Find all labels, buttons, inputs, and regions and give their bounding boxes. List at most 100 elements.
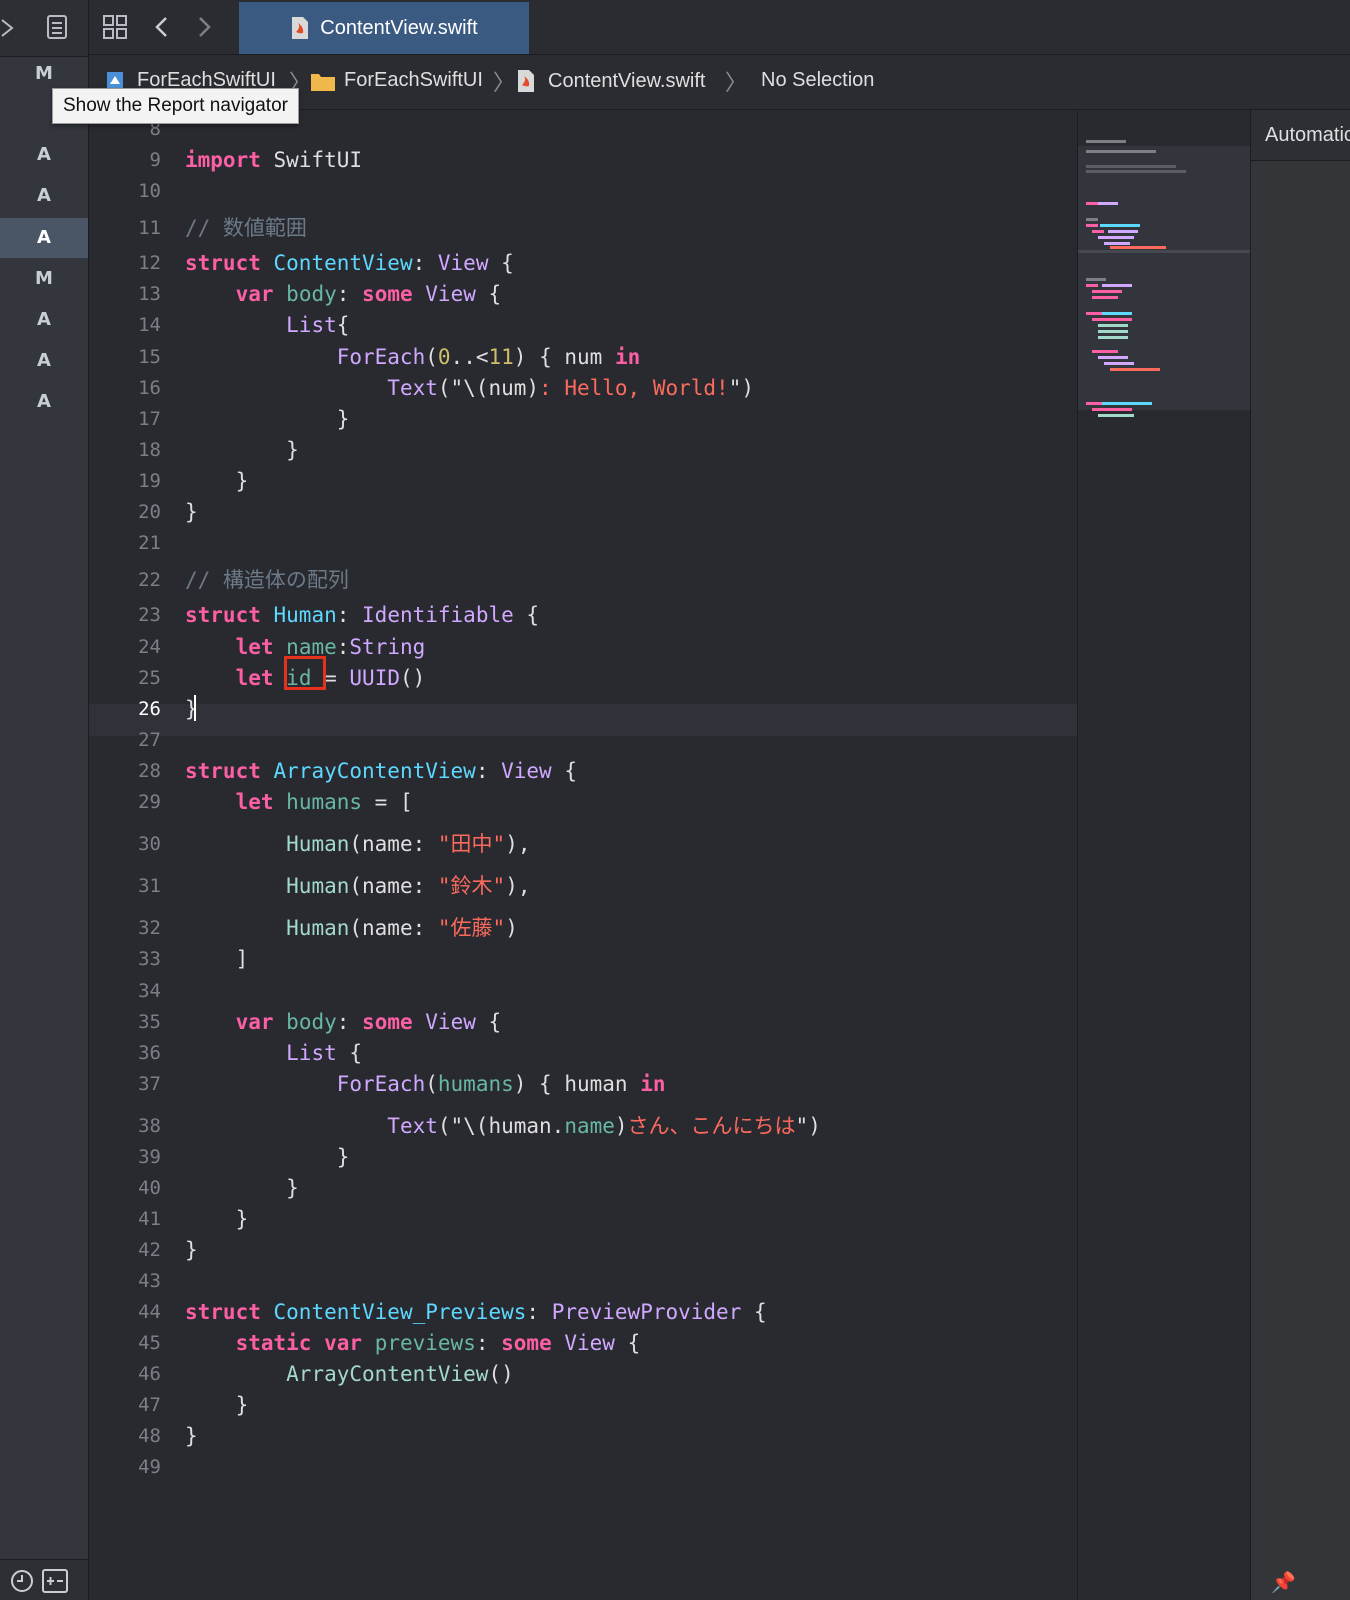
line-number: 37 <box>138 1073 161 1095</box>
line-number: 44 <box>138 1301 161 1323</box>
code-line[interactable]: var body: some View { <box>185 1007 502 1037</box>
code-line[interactable]: ] <box>185 944 249 974</box>
minimap-line <box>1108 230 1138 233</box>
git-status-a: A <box>37 309 51 330</box>
line-number: 36 <box>138 1042 161 1064</box>
swift-file-icon <box>518 70 534 92</box>
add-remove-icon[interactable] <box>42 1569 68 1593</box>
code-line[interactable]: } <box>185 1235 198 1265</box>
document-list-icon[interactable] <box>46 14 68 40</box>
code-line[interactable]: static var previews: some View { <box>185 1328 641 1358</box>
minimap-line <box>1110 368 1160 371</box>
code-line[interactable]: Human(name: "佐藤") <box>185 913 518 943</box>
line-number: 18 <box>138 439 161 461</box>
tab-contentview-swift[interactable]: ContentView.swift <box>239 2 529 54</box>
code-line[interactable]: ArrayContentView() <box>185 1359 514 1389</box>
minimap-line <box>1102 312 1132 315</box>
minimap-line <box>1098 324 1128 327</box>
code-line[interactable]: } <box>185 497 198 527</box>
code-line[interactable]: } <box>185 435 299 465</box>
back-chevron-icon[interactable] <box>153 15 171 39</box>
code-line[interactable]: let humans = [ <box>185 787 413 817</box>
forward-chevron-icon[interactable] <box>195 15 213 39</box>
code-line[interactable]: List { <box>185 1038 362 1068</box>
code-line[interactable]: } <box>185 404 350 434</box>
breadcrumb-file[interactable]: ContentView.swift <box>516 69 706 93</box>
breadcrumb-file-label: ContentView.swift <box>548 69 706 92</box>
code-line[interactable]: } <box>185 1390 249 1420</box>
code-line[interactable]: } <box>185 1142 350 1172</box>
code-line[interactable]: Human(name: "田中"), <box>185 829 530 859</box>
breadcrumb-selection[interactable]: No Selection <box>761 69 874 92</box>
minimap-line <box>1100 224 1140 227</box>
code-line[interactable]: List{ <box>185 310 349 340</box>
line-number: 41 <box>138 1208 161 1230</box>
minimap-line <box>1086 170 1186 173</box>
code-line[interactable]: import SwiftUI <box>185 145 362 175</box>
line-number: 10 <box>138 180 161 202</box>
git-status-a: A <box>37 350 51 371</box>
line-number: 38 <box>138 1115 161 1137</box>
line-number: 27 <box>138 729 161 751</box>
minimap-divider <box>1078 250 1250 253</box>
code-line[interactable]: var body: some View { <box>185 279 502 309</box>
breadcrumb-group-label: ForEachSwiftUI <box>344 69 483 91</box>
minimap[interactable] <box>1077 110 1250 1600</box>
code-line[interactable]: Text("\(human.name)さん、こんにちは") <box>185 1111 821 1141</box>
source-editor[interactable]: 8 9 10 11 12 13 14 15 16 17 18 19 20 21 22 23 24 25 26 27 28… <box>89 110 1077 1600</box>
code-line[interactable]: ForEach(humans) { human in <box>185 1069 666 1099</box>
minimap-line <box>1098 336 1128 339</box>
navigator-filter-bar <box>0 1559 88 1600</box>
clock-icon[interactable] <box>10 1569 34 1593</box>
breadcrumb-selection-label: No Selection <box>761 69 875 91</box>
minimap-line <box>1086 278 1106 281</box>
git-status-a: A <box>37 391 51 412</box>
line-number: 14 <box>138 314 161 336</box>
line-number: 12 <box>138 252 161 274</box>
code-line[interactable]: } <box>185 1204 249 1234</box>
git-status-a-selected[interactable]: A <box>0 218 88 258</box>
text-cursor <box>194 695 196 721</box>
line-number: 17 <box>138 408 161 430</box>
line-number: 29 <box>138 791 161 813</box>
minimap-line <box>1104 242 1130 245</box>
code-line[interactable]: } <box>185 466 249 496</box>
line-number: 21 <box>138 532 161 554</box>
minimap-line <box>1098 236 1134 239</box>
line-number: 49 <box>138 1456 161 1478</box>
code-line[interactable]: struct ArrayContentView: View { <box>185 756 577 786</box>
minimap-line <box>1098 330 1128 333</box>
annotation-highlight-box <box>284 656 326 690</box>
line-number: 40 <box>138 1177 161 1199</box>
line-number: 33 <box>138 948 161 970</box>
pin-icon[interactable]: 📌 <box>1271 1570 1296 1594</box>
minimap-line <box>1102 402 1152 405</box>
line-number: 43 <box>138 1270 161 1292</box>
minimap-line <box>1086 150 1156 153</box>
report-navigator-tooltip: Show the Report navigator <box>52 88 299 124</box>
minimap-line <box>1092 408 1132 411</box>
code-line[interactable]: // 構造体の配列 <box>185 565 349 595</box>
breadcrumb-separator: 〉 <box>725 70 748 95</box>
code-line[interactable]: Human(name: "鈴木"), <box>185 871 530 901</box>
code-line[interactable]: } <box>185 1173 299 1203</box>
preview-canvas <box>1251 161 1350 1600</box>
minimap-line <box>1110 246 1166 249</box>
line-number: 42 <box>138 1239 161 1261</box>
line-number: 32 <box>138 917 161 939</box>
code-line[interactable]: ForEach(0..<11) { num in <box>185 342 641 372</box>
code-line[interactable]: Text("\(num): Hello, World!") <box>185 373 754 403</box>
code-line[interactable]: } <box>185 1421 198 1451</box>
breadcrumb-group[interactable]: ForEachSwiftUI <box>310 69 483 92</box>
minimap-line <box>1086 284 1098 287</box>
grid-icon[interactable] <box>102 14 128 40</box>
line-number: 30 <box>138 833 161 855</box>
line-number: 20 <box>138 501 161 523</box>
navigator-panel: M A A A M A A A <box>0 0 89 1600</box>
navigator-toggle-icon[interactable] <box>0 16 18 40</box>
line-number: 13 <box>138 283 161 305</box>
code-line[interactable]: // 数値範囲 <box>185 213 307 243</box>
code-line[interactable]: struct Human: Identifiable { <box>185 600 539 630</box>
code-line[interactable]: struct ContentView_Previews: PreviewProv… <box>185 1297 767 1327</box>
code-line[interactable]: struct ContentView: View { <box>185 248 514 278</box>
